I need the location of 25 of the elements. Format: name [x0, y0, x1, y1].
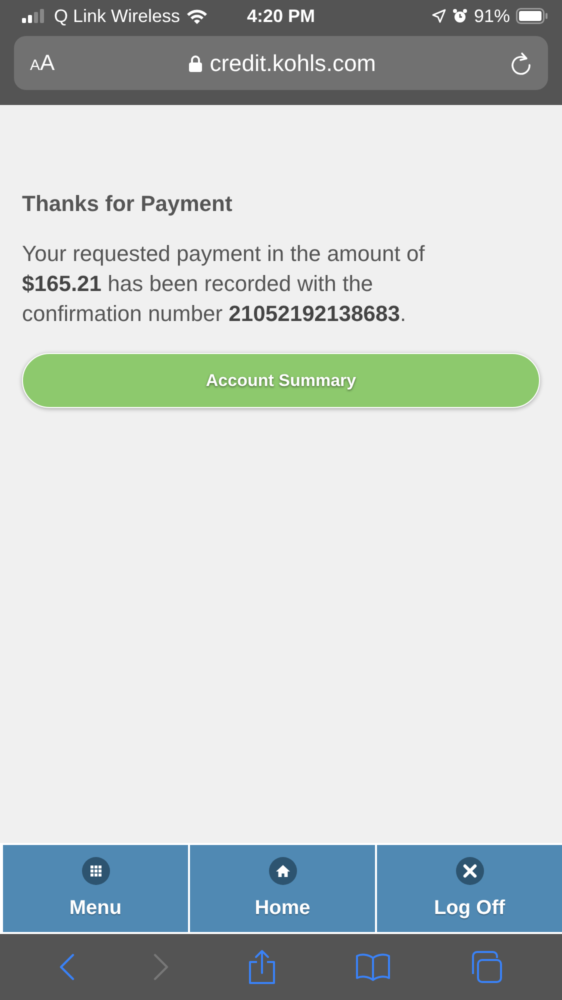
- home-icon: [268, 857, 296, 885]
- nav-tab[interactable]: Menu: [3, 845, 188, 932]
- url-text: credit.kohls.com: [210, 50, 376, 76]
- account-summary-button[interactable]: Account Summary: [22, 353, 540, 408]
- battery-icon: [516, 8, 548, 24]
- wifi-icon: [186, 8, 208, 24]
- bookmarks-icon[interactable]: [355, 952, 391, 982]
- location-arrow-icon: [432, 9, 446, 23]
- grid-icon: [82, 857, 110, 885]
- alarm-clock-icon: [452, 8, 468, 24]
- reload-icon[interactable]: [510, 51, 532, 75]
- tabs-icon[interactable]: [469, 950, 503, 984]
- page-title: Thanks for Payment: [22, 191, 234, 217]
- lock-icon: [188, 54, 202, 72]
- battery-percent: 91%: [474, 6, 510, 26]
- nav-tab[interactable]: Log Off: [377, 845, 562, 932]
- share-icon[interactable]: [247, 949, 277, 985]
- back-icon[interactable]: [59, 953, 75, 981]
- address-bar[interactable]: AA credit.kohls.com: [14, 36, 548, 90]
- carrier-name: Q Link Wireless: [54, 6, 180, 26]
- clock-time: 4:20 PM: [246, 6, 316, 26]
- text-size-button[interactable]: AA: [30, 50, 55, 76]
- confirmation-message: Your requested payment in the amount of $165.21 has been recorded with the confirmation number 21052192138683.: [22, 240, 426, 328]
- close-icon: [456, 857, 484, 885]
- nav-tab[interactable]: Home: [190, 845, 375, 932]
